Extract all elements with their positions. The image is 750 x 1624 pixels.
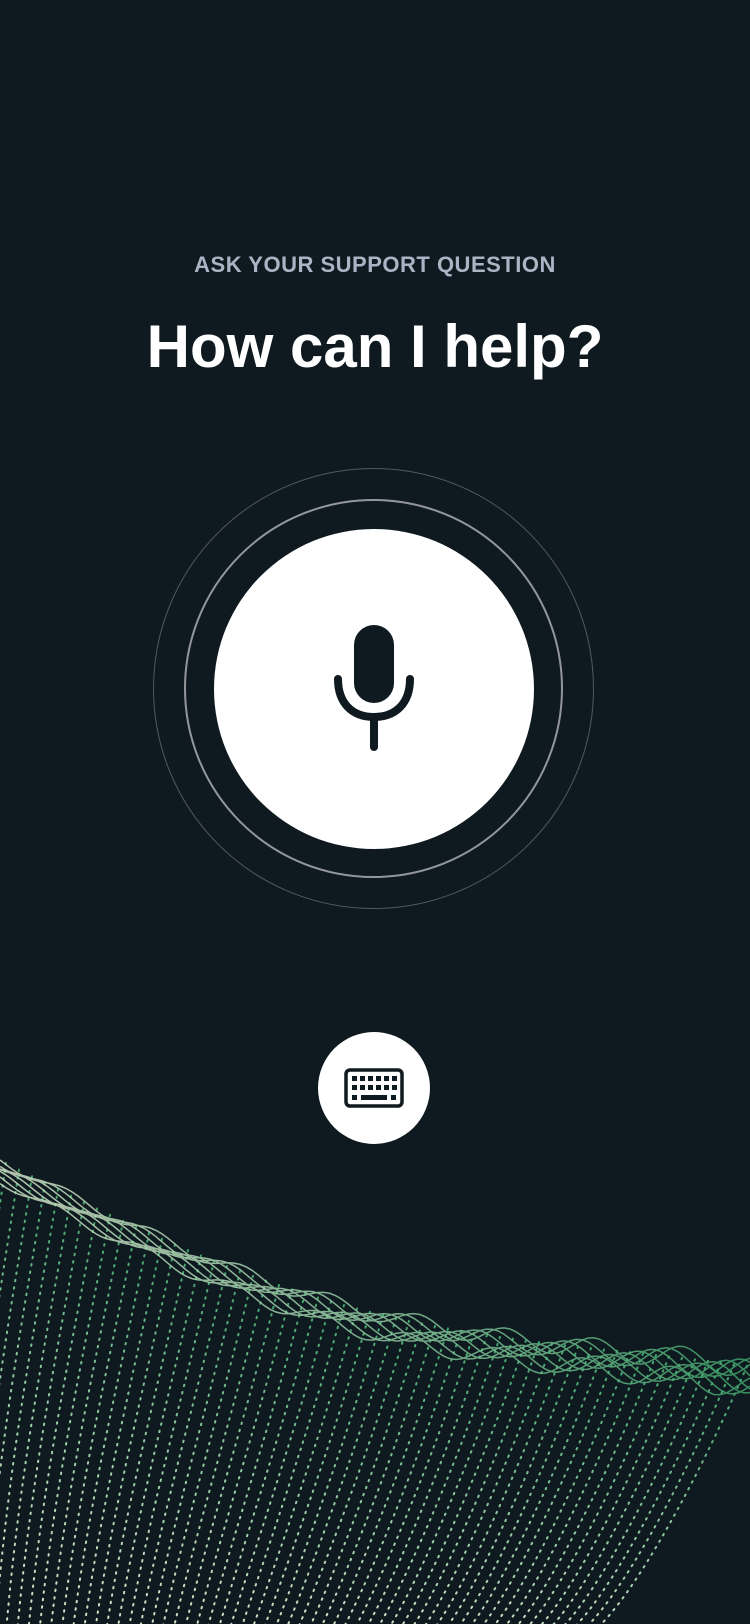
- wave-strand: [310, 1322, 423, 1624]
- wave-strand: [390, 1337, 514, 1624]
- wave-strand: [540, 1356, 683, 1624]
- wave-strand: [241, 1303, 345, 1624]
- microphone-icon: [334, 625, 414, 751]
- wave-strand: [552, 1358, 696, 1624]
- wave-strand: [599, 1365, 748, 1624]
- wave-strand: [5, 1194, 72, 1624]
- wave-strand: [436, 1344, 566, 1624]
- wave-strand: [151, 1269, 241, 1624]
- wave-crest-line: [0, 1168, 750, 1390]
- wave-strand: [528, 1355, 670, 1624]
- wave-strand: [321, 1325, 436, 1624]
- wave-crest-line: [0, 1170, 750, 1394]
- wave-strand: [95, 1243, 176, 1624]
- wave-strand: [72, 1231, 150, 1624]
- wave-strand: [173, 1279, 267, 1624]
- wave-strand: [367, 1333, 488, 1624]
- wave-strand: [459, 1347, 592, 1624]
- microphone-button[interactable]: [214, 529, 534, 849]
- keyboard-input-button[interactable]: [318, 1032, 430, 1144]
- wave-crest-line: [0, 1182, 750, 1396]
- wave-strand: [344, 1329, 462, 1624]
- wave-strand: [470, 1348, 605, 1624]
- page-title: How can I help?: [146, 313, 604, 380]
- wave-strand: [0, 1175, 33, 1387]
- wave-strand: [0, 1162, 7, 1211]
- wave-strand: [401, 1339, 527, 1624]
- wave-strand: [50, 1219, 124, 1624]
- wave-strand: [117, 1254, 202, 1624]
- wave-strand: [106, 1249, 189, 1624]
- sound-wave-decoration: [0, 1159, 750, 1624]
- wave-strand: [517, 1353, 657, 1624]
- wave-strand: [28, 1207, 98, 1624]
- wave-strand: [355, 1331, 475, 1624]
- wave-strand: [587, 1363, 735, 1624]
- wave-strand: [275, 1313, 384, 1624]
- wave-strand: [207, 1292, 306, 1624]
- wave-strand: [128, 1259, 215, 1624]
- wave-strand: [39, 1213, 111, 1624]
- wave-strand: [230, 1300, 332, 1624]
- wave-strand: [413, 1341, 540, 1624]
- wave-strand: [16, 1201, 85, 1624]
- wave-strand: [196, 1288, 293, 1624]
- page-subtitle: ASK YOUR SUPPORT QUESTION: [194, 252, 556, 277]
- wave-strand: [564, 1359, 709, 1624]
- keyboard-icon: [344, 1068, 404, 1108]
- wave-strand: [61, 1225, 137, 1624]
- wave-strand: [162, 1274, 254, 1624]
- wave-strand: [139, 1264, 228, 1624]
- voice-assistant-screen: ASK YOUR SUPPORT QUESTION How can I help…: [0, 0, 750, 1624]
